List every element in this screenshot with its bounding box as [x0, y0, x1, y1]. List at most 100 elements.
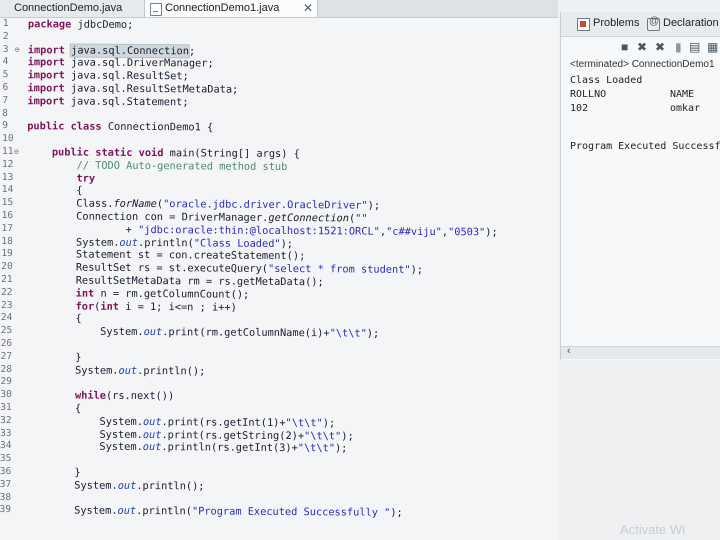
code-text: System.out.println(rs.getInt(3)+"\t\t"); [25, 441, 347, 455]
tab-connectiondemo[interactable]: ConnectionDemo.java [0, 0, 144, 17]
line-number: 24 [0, 312, 13, 324]
code-token: Class. [26, 197, 114, 210]
line-number: 18 [1, 235, 13, 247]
line-number: 29 [0, 376, 12, 388]
code-token: for [75, 300, 95, 313]
console-cell: omkar [670, 103, 701, 114]
code-token: System. [24, 478, 118, 492]
pin-console-icon[interactable]: ▤ [689, 39, 700, 55]
code-token: "Class Loaded" [193, 236, 281, 250]
fold-toggle-icon[interactable]: ⊖ [14, 146, 24, 158]
code-token: ; [188, 44, 196, 57]
code-token: "oracle.jdbc.driver.OracleDriver" [163, 198, 368, 212]
code-token: } [24, 466, 81, 479]
code-token: import [27, 82, 65, 95]
code-token: out [143, 326, 163, 339]
code-text: for(int i = 1; i<=n ; i++) [26, 300, 237, 313]
line-number: 1 [2, 18, 9, 30]
code-token: ConnectionDemo1 { [101, 121, 214, 134]
problems-icon [577, 18, 590, 31]
code-token: System. [26, 235, 120, 249]
line-number: 21 [1, 274, 13, 286]
code-token: out [142, 415, 162, 428]
code-token: ); [366, 327, 380, 340]
line-number: 31 [0, 402, 12, 414]
line-number: 20 [1, 261, 13, 273]
code-token: import [27, 69, 65, 82]
code-line[interactable]: 39 System.out.println("Program Executed … [0, 504, 557, 520]
code-text: System.out.println("Program Executed Suc… [25, 505, 403, 520]
code-text: public class ConnectionDemo1 { [27, 121, 213, 134]
panel-tab-bar: Problems Declaration [561, 12, 720, 37]
code-token: System. [25, 427, 143, 441]
code-token: public static void [51, 146, 164, 160]
code-token: int [75, 287, 95, 300]
line-number: 32 [0, 414, 12, 426]
terminate-icon[interactable]: ■ [621, 39, 628, 55]
code-token: .println( [136, 505, 192, 518]
code-token: } [25, 350, 82, 364]
horizontal-scrollbar[interactable]: ‹ [561, 345, 720, 359]
console-cell: 102 [570, 103, 589, 114]
tab-connectiondemo1[interactable]: ConnectionDemo1.java ✕ [144, 0, 318, 17]
code-editor[interactable]: ConnectionDemo.java ConnectionDemo1.java… [0, 0, 558, 540]
code-area[interactable]: 1 package jdbcDemo; 2 3 ⊖ import java.sql.Con… [0, 17, 558, 540]
code-token: int [100, 300, 120, 313]
code-text: ResultSetMetaData rm = rs.getMetaData(); [26, 274, 324, 289]
line-number: 9 [2, 120, 9, 132]
code-text: try [27, 172, 95, 184]
line-number: 34 [0, 440, 12, 452]
console-status: <terminated> ConnectionDemo1 [570, 59, 715, 70]
scroll-lock-icon[interactable]: ▮ [675, 39, 682, 55]
remove-launch-icon[interactable]: ✖ [637, 39, 647, 55]
code-token: "\t\t" [329, 327, 367, 340]
code-token: .println(); [137, 364, 206, 378]
line-number: 10 [2, 133, 14, 145]
line-number: 36 [0, 466, 12, 478]
code-token: out [118, 364, 138, 377]
code-text: // TODO Auto-generated method stub [27, 159, 288, 172]
remove-all-icon[interactable]: ✖ [655, 39, 665, 55]
code-text: { [27, 185, 82, 197]
code-token: System. [25, 325, 144, 339]
code-text: int n = rm.getColumnCount(); [26, 287, 250, 300]
code-token: System. [25, 414, 144, 428]
console-cell: Program Executed Successfully [570, 141, 720, 152]
code-token: .print(rs.getInt(1)+ [161, 415, 286, 429]
tab-declaration[interactable]: Declaration [663, 17, 719, 29]
code-token: getConnection [268, 211, 350, 225]
tab-problems[interactable]: Problems [593, 17, 639, 29]
console-output[interactable]: Class Loaded ROLLNO NAME 102 omkar Program Ex… [570, 74, 720, 334]
line-number: 6 [2, 82, 9, 94]
line-number: 17 [1, 222, 14, 234]
code-token: ); [322, 417, 336, 430]
line-number: 7 [2, 94, 9, 106]
code-text: { [25, 402, 81, 415]
code-token: .println(); [136, 479, 205, 493]
code-token: ResultSet rs = st.executeQuery( [26, 261, 269, 276]
code-token: ); [280, 237, 294, 250]
code-token: "0503" [448, 225, 486, 239]
line-number: 25 [0, 325, 13, 337]
code-token: ); [390, 507, 403, 520]
code-token: System. [25, 363, 119, 377]
code-token: .print(rs.getString(2)+ [161, 428, 305, 442]
code-text: Statement st = con.createStatement(); [26, 249, 305, 263]
scroll-left-icon[interactable]: ‹ [567, 345, 571, 357]
close-icon[interactable]: ✕ [303, 0, 313, 17]
line-number: 23 [0, 299, 13, 311]
line-number: 35 [0, 453, 12, 465]
code-token: System. [24, 440, 143, 454]
line-number: 12 [1, 158, 14, 170]
clear-console-icon[interactable]: ▦ [707, 39, 718, 55]
code-token: while [74, 389, 107, 402]
code-token: .println( [137, 236, 194, 249]
code-token: Statement st = con.createStatement(); [26, 248, 306, 263]
code-token: ); [334, 442, 348, 455]
fold-toggle-icon[interactable]: ⊖ [15, 44, 25, 56]
